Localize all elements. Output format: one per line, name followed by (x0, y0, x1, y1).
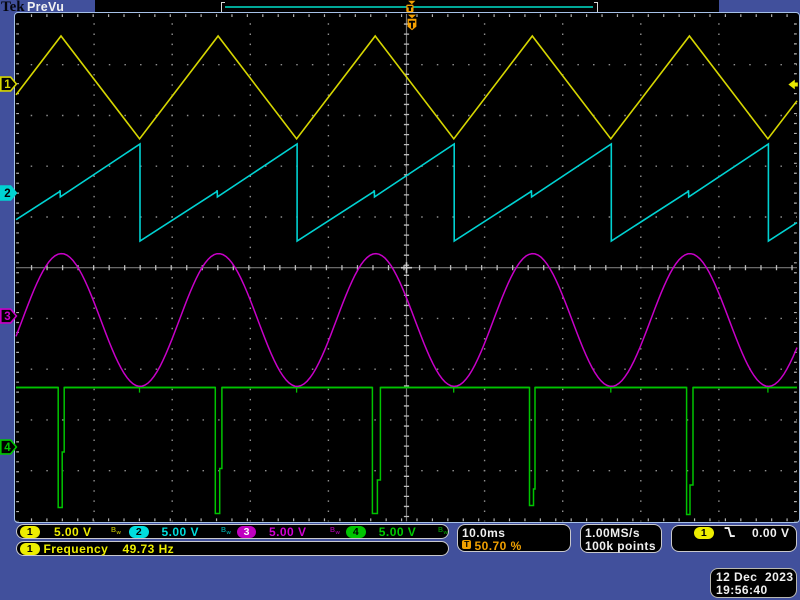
svg-text:4: 4 (4, 442, 11, 454)
svg-text:1: 1 (4, 79, 11, 91)
svg-text:3: 3 (4, 311, 10, 323)
svg-text:2: 2 (4, 188, 10, 200)
